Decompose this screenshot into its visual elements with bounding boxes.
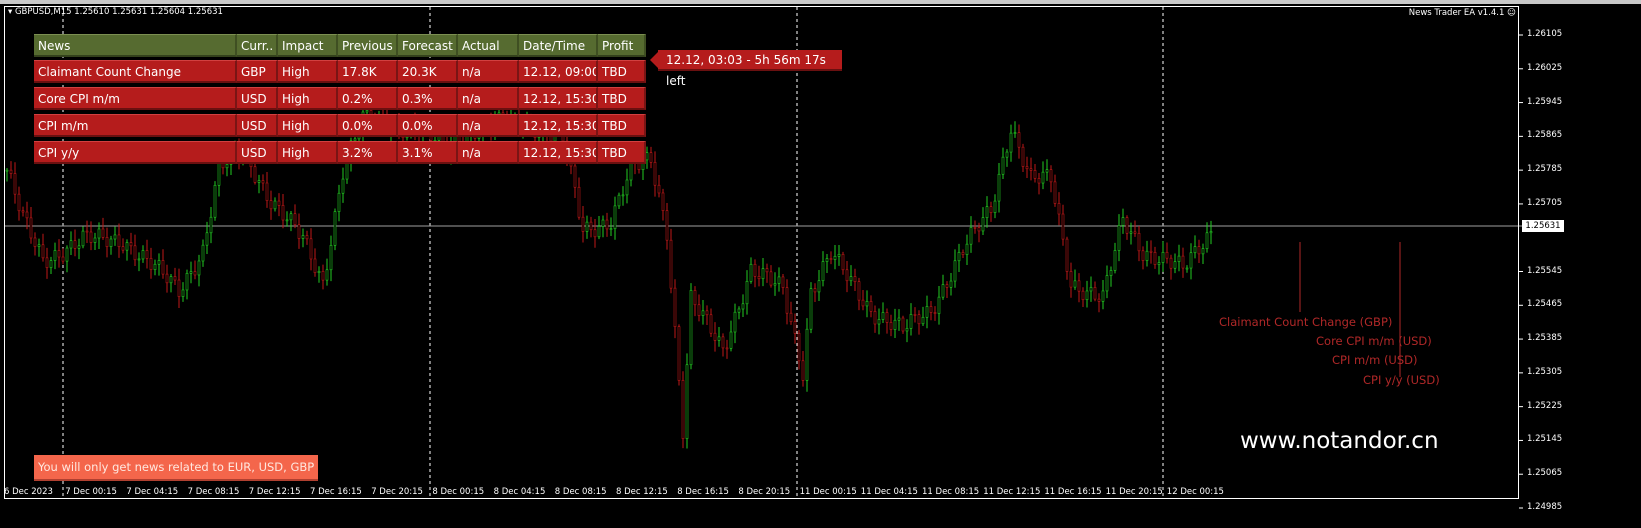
- price-tick: 1.25945: [1527, 96, 1563, 107]
- ea-title: News Trader EA v1.4.1 ☺: [1409, 8, 1516, 18]
- column-header[interactable]: Date/Time: [519, 34, 598, 57]
- column-header[interactable]: Profit: [598, 34, 646, 57]
- table-cell: 17.8K: [338, 60, 398, 83]
- price-tick: 1.25065: [1527, 468, 1563, 479]
- column-header[interactable]: Previous: [338, 34, 398, 57]
- table-cell: 3.1%: [398, 141, 458, 164]
- time-tick: 7 Dec 12:15: [248, 487, 301, 497]
- event-label: Core CPI m/m (USD): [1316, 334, 1432, 348]
- time-tick: 8 Dec 08:15: [554, 487, 607, 497]
- table-cell: 12.12, 15:30: [519, 114, 598, 137]
- event-label: Claimant Count Change (GBP): [1219, 315, 1393, 329]
- table-cell: n/a: [458, 60, 519, 83]
- price-tick: 1.25785: [1527, 164, 1563, 175]
- watermark: www.notandor.cn: [1240, 428, 1439, 454]
- table-cell: USD: [237, 87, 278, 110]
- time-tick: 11 Dec 04:15: [860, 487, 918, 497]
- table-cell: Core CPI m/m: [34, 87, 237, 110]
- table-cell: CPI m/m: [34, 114, 237, 137]
- price-tick: 1.25545: [1527, 265, 1563, 276]
- table-cell: 0.0%: [338, 114, 398, 137]
- table-cell: TBD: [598, 87, 646, 110]
- table-cell: High: [278, 114, 338, 137]
- table-cell: 12.12, 15:30: [519, 141, 598, 164]
- table-cell: GBP: [237, 60, 278, 83]
- table-cell: High: [278, 60, 338, 83]
- price-tick: 1.24985: [1527, 502, 1563, 512]
- current-price-label: 1.25631: [1522, 220, 1564, 232]
- time-tick: 8 Dec 04:15: [493, 487, 546, 497]
- table-cell: USD: [237, 141, 278, 164]
- time-tick: 7 Dec 08:15: [187, 487, 240, 497]
- time-tick: 7 Dec 04:15: [126, 487, 179, 497]
- time-tick: 11 Dec 08:15: [922, 487, 980, 497]
- table-cell: 12.12, 09:00: [519, 60, 598, 83]
- table-cell: High: [278, 87, 338, 110]
- table-cell: n/a: [458, 114, 519, 137]
- table-cell: 12.12, 15:30: [519, 87, 598, 110]
- time-tick: 7 Dec 20:15: [371, 487, 423, 497]
- column-header[interactable]: Actual: [458, 34, 519, 57]
- table-cell: CPI y/y: [34, 141, 237, 164]
- time-tick: 7 Dec 16:15: [310, 487, 362, 497]
- table-cell: 3.2%: [338, 141, 398, 164]
- time-tick: 8 Dec 00:15: [432, 487, 485, 497]
- time-tick: 11 Dec 12:15: [983, 487, 1041, 497]
- time-tick: 11 Dec 00:15: [799, 487, 857, 497]
- price-tick: 1.25385: [1527, 333, 1563, 344]
- table-cell: Claimant Count Change: [34, 60, 237, 83]
- smiley-icon[interactable]: ☺: [1507, 8, 1516, 18]
- time-tick: 7 Dec 00:15: [65, 487, 117, 497]
- time-tick: 12 Dec 00:15: [1166, 487, 1224, 497]
- time-tick: 8 Dec 12:15: [616, 487, 668, 497]
- column-header[interactable]: News: [34, 34, 237, 57]
- currency-notice: You will only get news related to EUR, U…: [34, 455, 319, 481]
- table-cell: TBD: [598, 114, 646, 137]
- table-cell: TBD: [598, 141, 646, 164]
- time-tick: 6 Dec 2023: [4, 487, 53, 497]
- price-tick: 1.25705: [1527, 197, 1563, 208]
- column-header[interactable]: Curr..: [237, 34, 278, 57]
- column-header[interactable]: Impact: [278, 34, 338, 57]
- table-cell: USD: [237, 114, 278, 137]
- table-cell: 0.2%: [338, 87, 398, 110]
- time-tick: 8 Dec 20:15: [738, 487, 791, 497]
- countdown-tooltip: 12.12, 03:03 - 5h 56m 17s left: [650, 50, 842, 88]
- column-header[interactable]: Forecast: [398, 34, 458, 57]
- time-tick: 8 Dec 16:15: [677, 487, 729, 497]
- price-tick: 1.25225: [1527, 400, 1563, 411]
- symbol-line: GBPUSD,M15 1.25610 1.25631 1.25604 1.256…: [14, 7, 223, 17]
- time-tick: 11 Dec 16:15: [1044, 487, 1102, 497]
- table-cell: n/a: [458, 141, 519, 164]
- table-cell: High: [278, 141, 338, 164]
- table-cell: 0.3%: [398, 87, 458, 110]
- price-tick: 1.26025: [1527, 62, 1563, 73]
- price-tick: 1.26105: [1527, 29, 1563, 39]
- ea-title-text: News Trader EA v1.4.1: [1408, 8, 1505, 18]
- symbol-info: ▾ GBPUSD,M15 1.25610 1.25631 1.25604 1.2…: [8, 7, 223, 17]
- table-cell: 20.3K: [398, 60, 458, 83]
- table-cell: TBD: [598, 60, 646, 83]
- event-label: CPI y/y (USD): [1363, 373, 1440, 387]
- price-tick: 1.25865: [1527, 130, 1563, 141]
- price-tick: 1.25465: [1527, 299, 1563, 310]
- price-tick: 1.25145: [1527, 434, 1563, 445]
- table-cell: 0.0%: [398, 114, 458, 137]
- time-tick: 11 Dec 20:15: [1105, 487, 1163, 497]
- event-label: CPI m/m (USD): [1332, 353, 1418, 367]
- price-tick: 1.25305: [1527, 366, 1563, 377]
- table-cell: n/a: [458, 87, 519, 110]
